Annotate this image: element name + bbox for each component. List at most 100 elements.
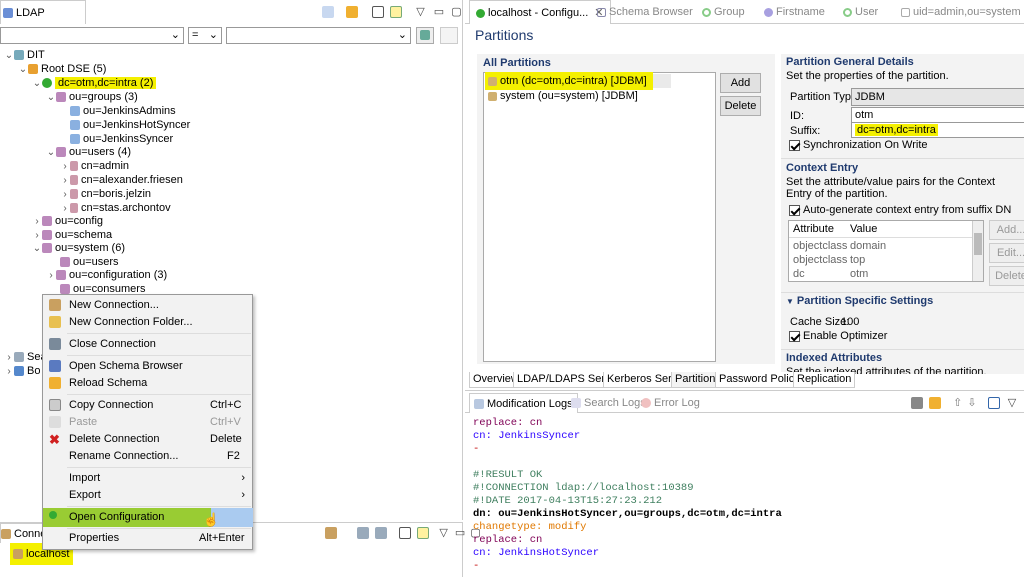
- tree-node-jenkins-admins[interactable]: ou=JenkinsAdmins: [70, 104, 176, 118]
- menu-new-connection[interactable]: New Connection...: [43, 297, 253, 314]
- arrow-down-icon[interactable]: ⇩: [967, 397, 976, 409]
- tree-node-cn-stas[interactable]: › cn=stas.archontov: [60, 201, 171, 215]
- add-attribute-button[interactable]: Add...: [989, 220, 1024, 240]
- menu-new-connection-folder[interactable]: New Connection Folder...: [43, 314, 253, 331]
- folder-icon: [49, 316, 61, 328]
- table-row[interactable]: dc otm: [793, 268, 973, 282]
- tree-node-bookmarks[interactable]: › Bo: [4, 364, 40, 378]
- tree-node-root-dse[interactable]: ⌄ Root DSE (5): [18, 62, 107, 76]
- tree-node-cn-alexander[interactable]: › cn=alexander.friesen: [60, 173, 183, 187]
- partition-type-select[interactable]: JDBM: [851, 88, 1024, 106]
- log-line: -: [473, 560, 480, 572]
- ou-icon: [42, 216, 52, 227]
- export-icon[interactable]: [987, 397, 1000, 410]
- tree-node-jenkins-syncer[interactable]: ou=JenkinsSyncer: [70, 132, 173, 146]
- config-tab-replication[interactable]: Replication: [793, 372, 856, 388]
- table-scrollbar[interactable]: [972, 221, 983, 281]
- partition-item-system[interactable]: system (ou=system) [JDBM]: [488, 89, 638, 103]
- delete-attribute-button[interactable]: Delete: [989, 266, 1024, 286]
- attributes-table[interactable]: Attribute Value objectclass domain object…: [788, 220, 984, 282]
- ldap-browser-tab[interactable]: LDAP Browser: [0, 0, 86, 43]
- table-row[interactable]: objectclass top: [793, 254, 973, 268]
- menu-properties[interactable]: Properties Alt+Enter: [43, 530, 253, 547]
- tree-node-system-users[interactable]: ou=users: [60, 255, 119, 269]
- menu-import[interactable]: Import ›: [43, 470, 253, 487]
- clear-search-button[interactable]: [440, 27, 458, 44]
- partition-item-otm[interactable]: otm (dc=otm,dc=intra) [JDBM]: [485, 72, 671, 90]
- expand-icon[interactable]: [399, 527, 412, 540]
- menu-close-connection[interactable]: Close Connection: [43, 336, 253, 353]
- table-row[interactable]: objectclass domain: [793, 240, 973, 254]
- tree-label: ou=schema: [55, 229, 113, 241]
- tree-node-ou-system[interactable]: ⌄ ou=system (6): [32, 241, 125, 255]
- context-entry-desc: Set the attribute/value pairs for the Co…: [786, 176, 996, 200]
- operator-select[interactable]: = ⌄: [188, 27, 222, 44]
- tree-node-searches[interactable]: › Sea: [4, 350, 46, 364]
- log-tab-modification[interactable]: Modification Logs: [469, 393, 578, 413]
- menu-copy-connection[interactable]: Copy Connection Ctrl+C: [43, 397, 253, 414]
- view-menu-icon[interactable]: ▽: [439, 527, 447, 539]
- menu-open-configuration[interactable]: Open Configuration ☝: [43, 508, 253, 527]
- sync-on-write-checkbox[interactable]: Synchronization On Write: [789, 139, 928, 151]
- link-icon[interactable]: [417, 527, 430, 540]
- refresh-icon[interactable]: [929, 397, 942, 410]
- tree-node-cn-admin[interactable]: › cn=admin: [60, 159, 129, 173]
- clear-log-icon[interactable]: [911, 397, 923, 410]
- auto-generate-checkbox[interactable]: Auto-generate context entry from suffix …: [789, 204, 1011, 216]
- attribute-select[interactable]: ⌄: [0, 27, 184, 44]
- delete-partition-button[interactable]: Delete: [720, 96, 761, 116]
- tab-schema-browser[interactable]: Schema Browser: [591, 0, 699, 24]
- link-icon[interactable]: [390, 6, 403, 19]
- log-content[interactable]: replace: cn cn: JenkinsSyncer - #!RESULT…: [473, 417, 1021, 573]
- tree-node-dit[interactable]: ⌄ DIT: [4, 48, 45, 62]
- suffix-input[interactable]: dc=otm,dc=intra: [851, 122, 1024, 138]
- cache-size-value[interactable]: 100: [841, 316, 859, 328]
- menu-delete-connection[interactable]: ✖ Delete Connection Delete: [43, 431, 253, 448]
- arrow-up-icon[interactable]: ⇧: [953, 397, 962, 409]
- context-entry-title: Context Entry: [786, 162, 859, 174]
- tree-node-dc-otm[interactable]: ⌄ dc=otm,dc=intra (2): [32, 76, 157, 90]
- id-input[interactable]: otm: [851, 107, 1024, 123]
- open-connection-icon[interactable]: [357, 527, 370, 540]
- tree-node-cn-boris[interactable]: › cn=boris.jelzin: [60, 187, 151, 201]
- menu-export[interactable]: Export ›: [43, 487, 253, 504]
- minimize-icon[interactable]: ▭: [455, 527, 465, 539]
- specific-settings-title[interactable]: ▼ Partition Specific Settings: [786, 295, 933, 307]
- reload-icon: [49, 377, 61, 389]
- tab-localhost-config[interactable]: localhost - Configu... ✕: [469, 0, 611, 24]
- new-connection-icon[interactable]: [325, 527, 337, 540]
- menu-rename-connection[interactable]: Rename Connection... F2: [43, 448, 253, 465]
- log-line: #!DATE 2017-04-13T15:27:23.212: [473, 495, 663, 507]
- checkbox-checked: [789, 139, 800, 151]
- log-tab-error[interactable]: Error Log: [637, 393, 704, 413]
- close-connection-icon[interactable]: [375, 527, 388, 540]
- tree-node-jenkins-hot-syncer[interactable]: ou=JenkinsHotSyncer: [70, 118, 190, 132]
- tab-group[interactable]: Group: [696, 0, 751, 24]
- collapse-all-icon[interactable]: [372, 6, 385, 19]
- tab-uid-admin[interactable]: uid=admin,ou=system: [895, 0, 1024, 24]
- link-with-editor-icon[interactable]: [322, 6, 334, 19]
- menu-paste[interactable]: Paste Ctrl+V: [43, 414, 253, 431]
- view-menu-icon[interactable]: ▽: [1008, 397, 1016, 409]
- menu-reload-schema[interactable]: Reload Schema: [43, 375, 253, 392]
- value-input[interactable]: ⌄: [226, 27, 411, 44]
- tree-node-ou-config[interactable]: › ou=config: [32, 214, 103, 228]
- quick-search-button[interactable]: [416, 27, 434, 44]
- view-menu-icon[interactable]: ▽: [416, 6, 424, 18]
- tree-node-ou-schema[interactable]: › ou=schema: [32, 228, 112, 242]
- partitions-list[interactable]: otm (dc=otm,dc=intra) [JDBM] system (ou=…: [483, 72, 716, 362]
- refresh-icon[interactable]: [346, 6, 359, 19]
- tree-label: cn=stas.archontov: [81, 202, 171, 214]
- tree-node-ou-groups[interactable]: ⌄ ou=groups (3): [46, 90, 138, 104]
- add-partition-button[interactable]: Add: [720, 73, 761, 93]
- tab-firstname[interactable]: Firstname: [758, 0, 831, 24]
- enable-optimizer-checkbox[interactable]: Enable Optimizer: [789, 330, 887, 342]
- edit-attribute-button[interactable]: Edit...: [989, 243, 1024, 263]
- maximize-icon[interactable]: ▢: [451, 6, 461, 18]
- menu-open-schema-browser[interactable]: Open Schema Browser: [43, 358, 253, 375]
- tab-user[interactable]: User: [837, 0, 884, 24]
- tree-node-ou-users[interactable]: ⌄ ou=users (4): [46, 145, 131, 159]
- minimize-icon[interactable]: ▭: [434, 6, 444, 18]
- menu-label: Copy Connection: [69, 399, 154, 411]
- tree-node-configuration[interactable]: › ou=configuration (3): [46, 268, 167, 282]
